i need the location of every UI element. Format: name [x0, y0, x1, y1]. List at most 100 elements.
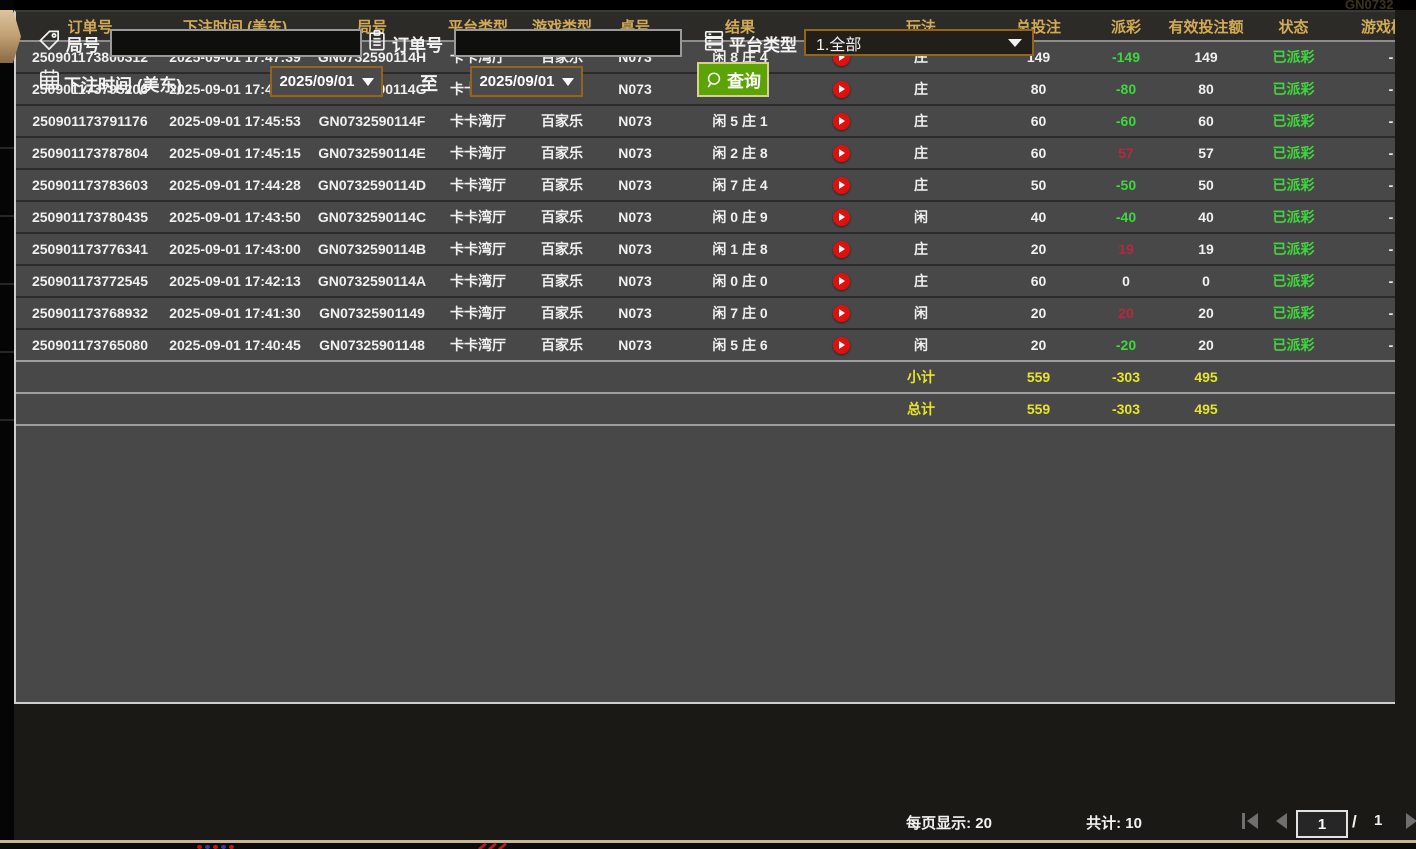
cell-payout: -50 — [1101, 170, 1151, 200]
cell-time: 2025-09-01 17:40:45 — [164, 330, 306, 360]
cell-table_no: N073 — [606, 170, 664, 200]
cell-payout: -80 — [1101, 74, 1151, 104]
query-button-label: 查询 — [727, 67, 761, 92]
cell-play: 庄 — [866, 74, 976, 104]
cell-order_no: 250901173768932 — [16, 298, 164, 328]
subtotal-row: 小计559-303495 — [16, 362, 1395, 394]
platform-type-select[interactable]: 1.全部 — [804, 29, 1034, 56]
cell-payout: 0 — [1101, 266, 1151, 296]
play-video-icon[interactable] — [833, 209, 850, 226]
cell-total_bet: 60 — [976, 106, 1101, 136]
cell-time: 2025-09-01 17:41:30 — [164, 298, 306, 328]
cell-order_no: 250901173772545 — [16, 266, 164, 296]
cell-status: 已派彩 — [1261, 138, 1326, 168]
cell-platform: 卡卡湾厅 — [438, 138, 518, 168]
grand-total-row: 总计559-303495 — [16, 394, 1395, 426]
query-button[interactable]: 查询 — [697, 62, 769, 97]
cell-valid_bet: 20 — [1151, 330, 1261, 360]
result-video-cell — [816, 234, 866, 264]
play-video-icon[interactable] — [833, 337, 850, 354]
cell-game_no: GN0732590114D — [306, 170, 438, 200]
first-page-button[interactable] — [1242, 813, 1258, 829]
bet-time-label: 下注时间 (美东) — [64, 71, 182, 96]
table-row: 2509011737763412025-09-01 17:43:00GN0732… — [16, 234, 1395, 266]
cell-table_no: N073 — [606, 138, 664, 168]
bet-records-dialog: 局号 订单号 平台类型 1.全部 下注时间 (美东) 2025/09/01 至 … — [14, 10, 1416, 840]
grand-total-valid-bet: 495 — [1151, 394, 1261, 424]
empty-cell — [16, 362, 164, 392]
cell-game_no: GN07325901149 — [306, 298, 438, 328]
cell-valid_bet: 19 — [1151, 234, 1261, 264]
result-video-cell — [816, 170, 866, 200]
play-video-icon[interactable] — [833, 81, 850, 98]
column-header: 游戏模式 — [1326, 12, 1395, 40]
cell-status: 已派彩 — [1261, 330, 1326, 360]
cell-table_no: N073 — [606, 74, 664, 104]
play-video-icon[interactable] — [833, 273, 850, 290]
cell-mode: - — [1326, 106, 1395, 136]
page-number-input[interactable] — [1296, 810, 1348, 838]
empty-cell — [164, 394, 306, 424]
cell-play: 庄 — [866, 266, 976, 296]
cell-status: 已派彩 — [1261, 266, 1326, 296]
tag-icon — [38, 29, 61, 52]
empty-cell — [606, 362, 664, 392]
empty-cell — [164, 362, 306, 392]
bottom-background-strip — [0, 843, 1416, 849]
cell-result: 闲 7 庄 4 — [664, 170, 816, 200]
cell-order_no: 250901173780435 — [16, 202, 164, 232]
play-video-icon[interactable] — [833, 177, 850, 194]
table-row: 2509011737725452025-09-01 17:42:13GN0732… — [16, 266, 1395, 298]
cell-platform: 卡卡湾厅 — [438, 234, 518, 264]
chevron-down-icon — [1008, 39, 1022, 47]
cell-valid_bet: 57 — [1151, 138, 1261, 168]
play-video-icon[interactable] — [833, 241, 850, 258]
cell-status: 已派彩 — [1261, 42, 1326, 72]
cell-mode: - — [1326, 170, 1395, 200]
subtotal-payout: -303 — [1101, 362, 1151, 392]
play-video-icon[interactable] — [833, 113, 850, 130]
prev-page-button[interactable] — [1276, 813, 1287, 829]
cell-mode: - — [1326, 202, 1395, 232]
cell-total_bet: 50 — [976, 170, 1101, 200]
cell-result: 闲 5 庄 1 — [664, 106, 816, 136]
cell-play: 庄 — [866, 106, 976, 136]
cell-status: 已派彩 — [1261, 170, 1326, 200]
play-video-icon[interactable] — [833, 305, 850, 322]
next-page-button[interactable] — [1406, 813, 1416, 829]
cell-table_no: N073 — [606, 234, 664, 264]
cell-order_no: 250901173783603 — [16, 170, 164, 200]
date-to-picker[interactable]: 2025/09/01 — [470, 66, 583, 97]
cell-mode: - — [1326, 234, 1395, 264]
grand-total-payout: -303 — [1101, 394, 1151, 424]
result-video-cell — [816, 202, 866, 232]
empty-cell — [16, 394, 164, 424]
page-separator: / — [1352, 812, 1357, 832]
cell-time: 2025-09-01 17:44:28 — [164, 170, 306, 200]
empty-cell — [1261, 362, 1326, 392]
empty-cell — [306, 394, 438, 424]
platform-type-value: 1.全部 — [816, 31, 861, 55]
cell-mode: - — [1326, 42, 1395, 72]
order-no-input[interactable] — [454, 29, 682, 57]
empty-cell — [664, 394, 816, 424]
cell-payout: 57 — [1101, 138, 1151, 168]
cell-payout: -149 — [1101, 42, 1151, 72]
play-video-icon[interactable] — [833, 145, 850, 162]
cell-payout: 20 — [1101, 298, 1151, 328]
chevron-down-icon — [362, 78, 374, 86]
cell-game_type: 百家乐 — [518, 266, 606, 296]
grand-total-label: 总计 — [866, 394, 976, 424]
cell-game_no: GN07325901148 — [306, 330, 438, 360]
cell-platform: 卡卡湾厅 — [438, 170, 518, 200]
cell-status: 已派彩 — [1261, 234, 1326, 264]
cell-total_bet: 20 — [976, 234, 1101, 264]
cell-total_bet: 40 — [976, 202, 1101, 232]
empty-cell — [816, 362, 866, 392]
empty-cell — [306, 362, 438, 392]
game-no-input[interactable] — [110, 29, 362, 57]
cell-status: 已派彩 — [1261, 298, 1326, 328]
cell-total_bet: 60 — [976, 266, 1101, 296]
cell-game_type: 百家乐 — [518, 106, 606, 136]
date-from-picker[interactable]: 2025/09/01 — [270, 66, 383, 97]
